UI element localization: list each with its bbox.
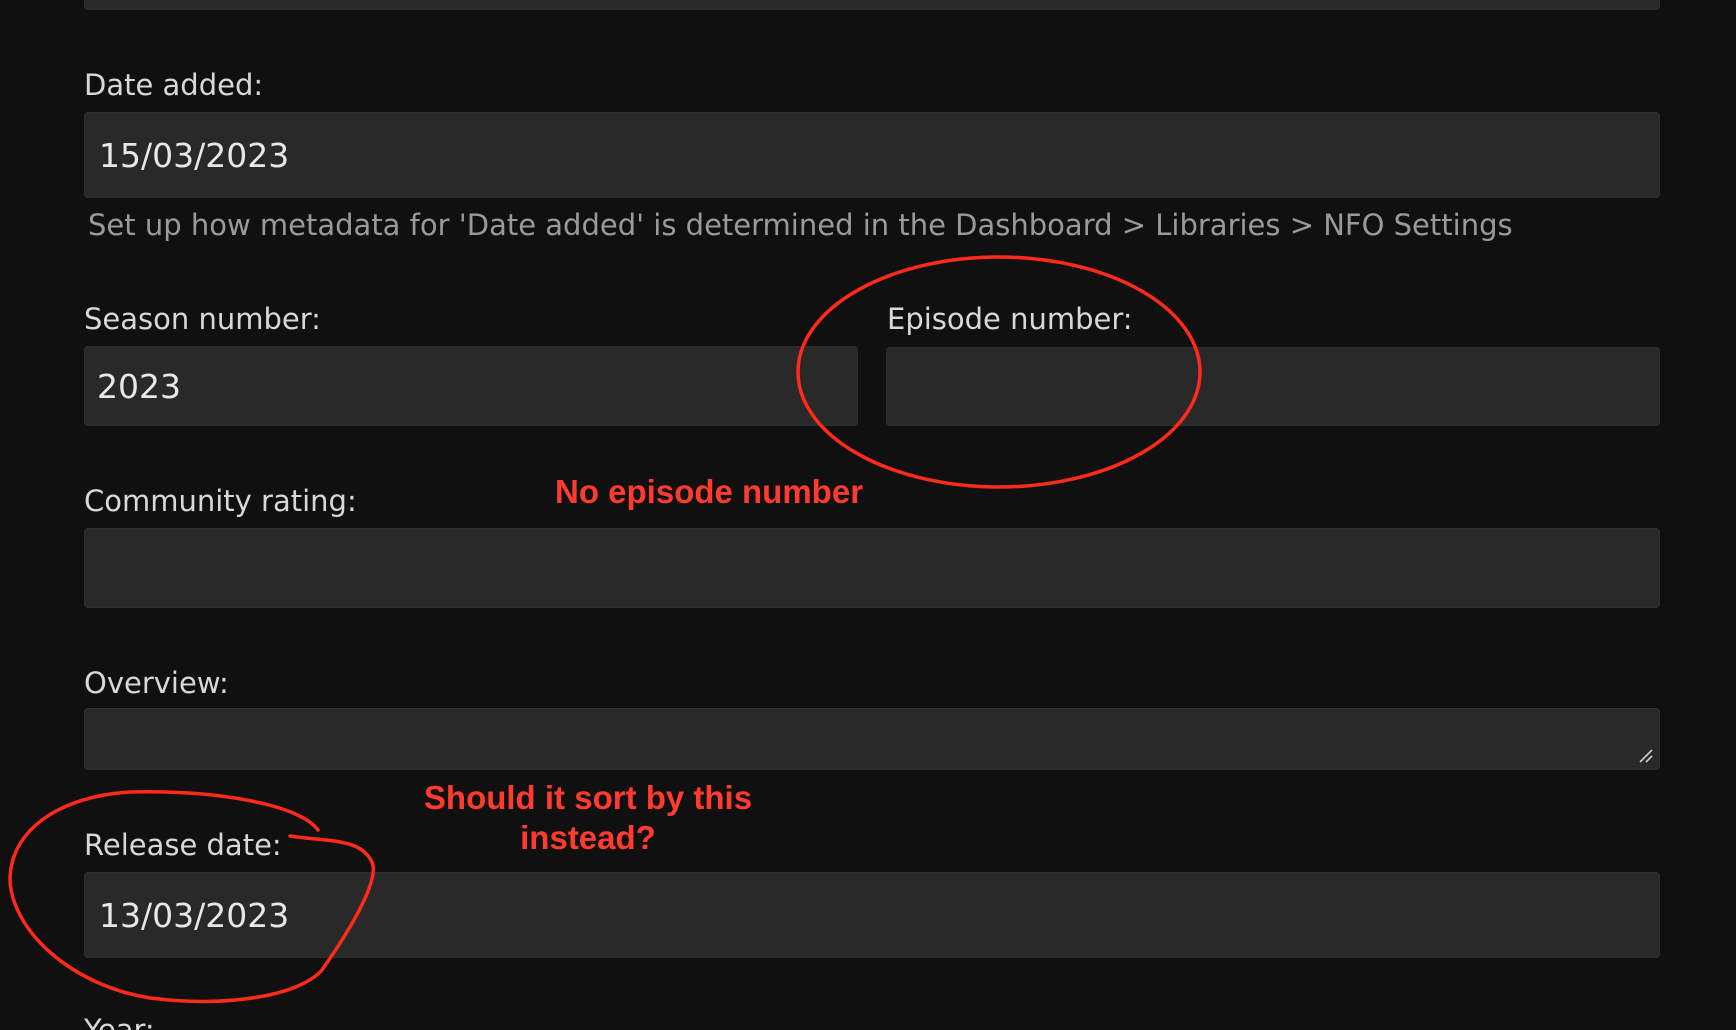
annotation-circle-release-date [8,790,375,1004]
annotation-circle-episode [796,255,1202,489]
annotation-drawings [8,255,1202,1004]
